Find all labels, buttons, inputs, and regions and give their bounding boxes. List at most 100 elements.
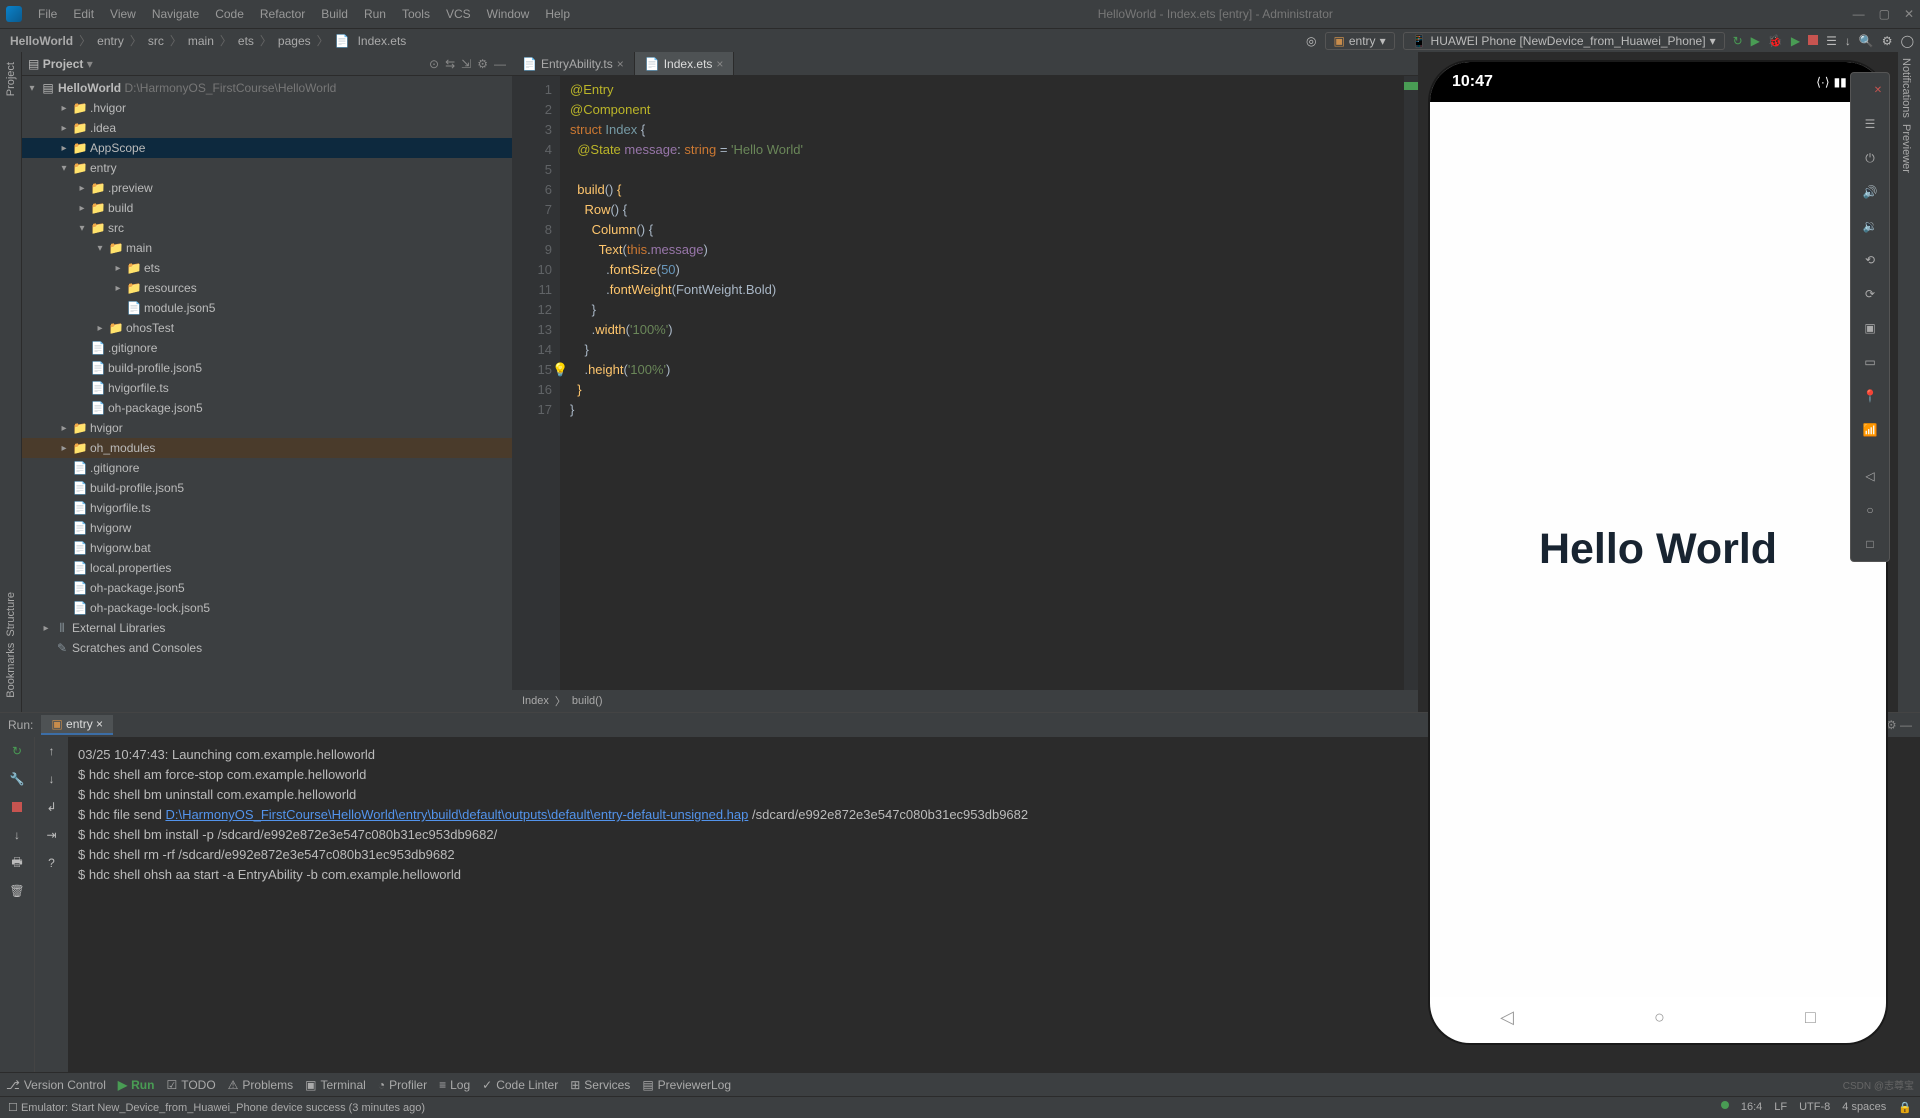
tree-entry[interactable]: ▾📁entry — [22, 158, 512, 178]
tree--gitignore[interactable]: 📄.gitignore — [22, 458, 512, 478]
device-dropdown[interactable]: 📱HUAWEI Phone [NewDevice_from_Huawei_Pho… — [1403, 32, 1725, 50]
tree-build[interactable]: ▸📁build — [22, 198, 512, 218]
tree--preview[interactable]: ▸📁.preview — [22, 178, 512, 198]
hide-icon[interactable]: — — [494, 57, 506, 71]
tree-hvigorw-bat[interactable]: 📄hvigorw.bat — [22, 538, 512, 558]
emu-screenshot-icon[interactable]: ▣ — [1859, 317, 1881, 339]
breadcrumb-file[interactable]: Index.ets — [354, 34, 411, 48]
menu-view[interactable]: View — [102, 7, 144, 21]
emu-power-icon[interactable]: ⏻ — [1859, 147, 1881, 169]
tree-oh-package-json5[interactable]: 📄oh-package.json5 — [22, 398, 512, 418]
emu-back-icon[interactable]: ◁ — [1859, 465, 1881, 487]
emu-voldown-icon[interactable]: 🔉 — [1859, 215, 1881, 237]
menu-vcs[interactable]: VCS — [438, 7, 479, 21]
crumb-3[interactable]: main — [184, 34, 218, 48]
menu-build[interactable]: Build — [313, 7, 356, 21]
tree-external-libraries[interactable]: ▸⫴External Libraries — [22, 618, 512, 638]
run-gear-icon[interactable]: ⚙ — — [1886, 718, 1912, 732]
crumb-5[interactable]: pages — [274, 34, 315, 48]
refresh-icon[interactable]: ↻ — [1733, 34, 1743, 48]
tree--hvigor[interactable]: ▸📁.hvigor — [22, 98, 512, 118]
code-content[interactable]: @Entry @Component struct Index { @State … — [560, 76, 1404, 690]
nav-back-icon[interactable]: ◁ — [1500, 1007, 1514, 1028]
tree-module-json5[interactable]: 📄module.json5 — [22, 298, 512, 318]
tree-build-profile-json5[interactable]: 📄build-profile.json5 — [22, 478, 512, 498]
emu-battery-icon[interactable]: ▭ — [1859, 351, 1881, 373]
run-scroll-icon[interactable]: ⇥ — [42, 825, 62, 845]
notifications-tab[interactable]: Notifications Previewer — [1898, 52, 1914, 179]
tab-entryability-ts[interactable]: 📄EntryAbility.ts × — [512, 52, 635, 75]
menu-run[interactable]: Run — [356, 7, 394, 21]
minimize-icon[interactable]: — — [1853, 7, 1865, 21]
run-print-icon[interactable]: 🖶 — [7, 853, 27, 873]
emu-recent-icon[interactable]: □ — [1859, 533, 1881, 555]
emu-rotate-right-icon[interactable]: ⟳ — [1859, 283, 1881, 305]
settings-icon[interactable]: ⚙ — [1882, 34, 1893, 48]
menu-file[interactable]: File — [30, 7, 65, 21]
tree-ohostest[interactable]: ▸📁ohosTest — [22, 318, 512, 338]
menu-code[interactable]: Code — [207, 7, 252, 21]
caret-pos[interactable]: 16:4 — [1741, 1101, 1762, 1114]
tree-hvigorfile-ts[interactable]: 📄hvigorfile.ts — [22, 378, 512, 398]
emu-rotate-left-icon[interactable]: ⟲ — [1859, 249, 1881, 271]
crumb-2[interactable]: src — [144, 34, 168, 48]
tree--idea[interactable]: ▸📁.idea — [22, 118, 512, 138]
gear-icon[interactable]: ⚙ — [477, 57, 488, 71]
nav-recent-icon[interactable]: □ — [1805, 1007, 1816, 1028]
rerun-icon[interactable]: ↻ — [7, 741, 27, 761]
emu-home-icon[interactable]: ○ — [1859, 499, 1881, 521]
avatar-icon[interactable]: ◯ — [1901, 34, 1914, 48]
search-icon[interactable]: 🔍 — [1859, 34, 1874, 48]
tree-local-properties[interactable]: 📄local.properties — [22, 558, 512, 578]
collapse-icon[interactable]: ⇲ — [461, 57, 471, 71]
tree--gitignore[interactable]: 📄.gitignore — [22, 338, 512, 358]
crumb-0[interactable]: HelloWorld — [6, 34, 77, 48]
tree-main[interactable]: ▾📁main — [22, 238, 512, 258]
expand-icon[interactable]: ⇆ — [445, 57, 455, 71]
tree-hvigor[interactable]: ▸📁hvigor — [22, 418, 512, 438]
crumb-1[interactable]: entry — [93, 34, 128, 48]
emu-wifi-icon[interactable]: 📶 — [1859, 419, 1881, 441]
bookmarks-tool-tab[interactable]: Bookmarks Structure — [3, 586, 19, 704]
tree-src[interactable]: ▾📁src — [22, 218, 512, 238]
run-tab[interactable]: ▣ entry × — [41, 715, 113, 735]
project-tool-tab[interactable]: Project — [3, 56, 19, 102]
run-config-dropdown[interactable]: ▣entry▾ — [1325, 32, 1395, 50]
run-trash-icon[interactable]: 🗑 — [7, 881, 27, 901]
menu-navigate[interactable]: Navigate — [144, 7, 207, 21]
tree-scratches-and-consoles[interactable]: ✎Scratches and Consoles — [22, 638, 512, 658]
menu-tools[interactable]: Tools — [394, 7, 438, 21]
run-help-icon[interactable]: ? — [42, 853, 62, 873]
emu-location-icon[interactable]: 📍 — [1859, 385, 1881, 407]
emu-close-icon[interactable]: ✕ — [1867, 79, 1889, 101]
tree-root[interactable]: HelloWorld — [58, 81, 121, 95]
menu-help[interactable]: Help — [537, 7, 578, 21]
close-icon[interactable]: ✕ — [1904, 7, 1914, 21]
project-tree[interactable]: ▾▤ HelloWorld D:\HarmonyOS_FirstCourse\H… — [22, 76, 512, 712]
emu-volup-icon[interactable]: 🔊 — [1859, 181, 1881, 203]
nav-home-icon[interactable]: ○ — [1654, 1007, 1665, 1028]
tree-hvigorfile-ts[interactable]: 📄hvigorfile.ts — [22, 498, 512, 518]
bulb-icon[interactable]: 💡 — [552, 360, 568, 380]
run-down2-icon[interactable]: ↓ — [42, 769, 62, 789]
stop-icon[interactable] — [1808, 34, 1818, 48]
locate-icon[interactable]: ⊙ — [429, 57, 439, 71]
line-sep[interactable]: LF — [1774, 1101, 1787, 1114]
maximize-icon[interactable]: ▢ — [1879, 7, 1890, 21]
tree-ets[interactable]: ▸📁ets — [22, 258, 512, 278]
tree-build-profile-json5[interactable]: 📄build-profile.json5 — [22, 358, 512, 378]
tree-hvigorw[interactable]: 📄hvigorw — [22, 518, 512, 538]
globe-icon[interactable]: ◎ — [1306, 34, 1316, 48]
tree-oh-package-json5[interactable]: 📄oh-package.json5 — [22, 578, 512, 598]
tree-resources[interactable]: ▸📁resources — [22, 278, 512, 298]
run-icon[interactable]: ▶ — [1751, 34, 1760, 48]
run-down-icon[interactable]: ↓ — [7, 825, 27, 845]
tree-oh_modules[interactable]: ▸📁oh_modules — [22, 438, 512, 458]
run-up-icon[interactable]: ↑ — [42, 741, 62, 761]
menu-window[interactable]: Window — [479, 7, 538, 21]
debug-icon[interactable]: 🐞 — [1768, 34, 1783, 48]
tree-oh-package-lock-json5[interactable]: 📄oh-package-lock.json5 — [22, 598, 512, 618]
run-wrap-icon[interactable]: ↲ — [42, 797, 62, 817]
attach-icon[interactable]: ☰ — [1826, 34, 1837, 48]
lock-icon[interactable]: 🔒 — [1898, 1101, 1912, 1114]
